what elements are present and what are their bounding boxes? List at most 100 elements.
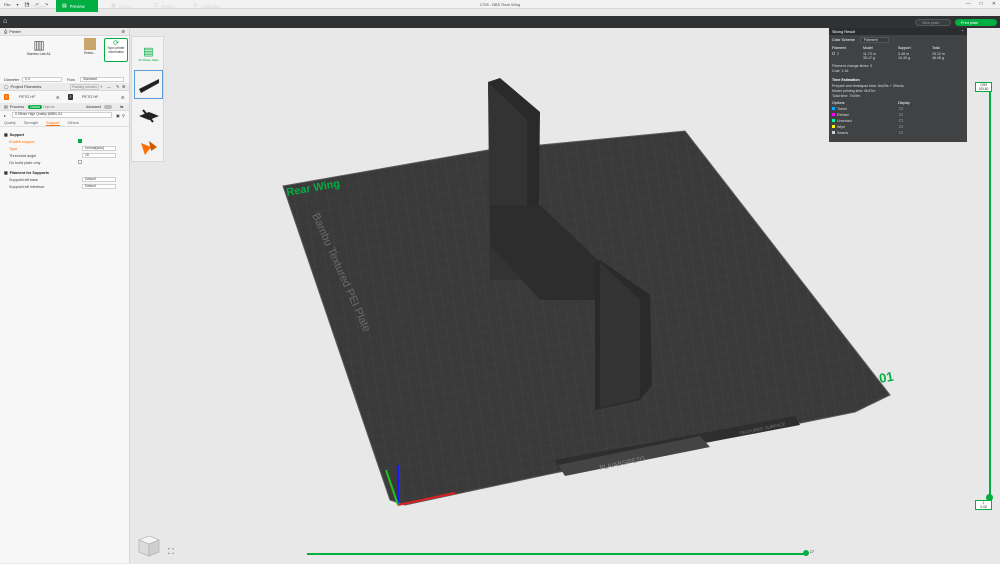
slicing-result-header[interactable]: Slicing Result ⌃ (829, 28, 967, 35)
gear-icon[interactable]: ⚙ (121, 29, 125, 34)
support-base-select[interactable]: Default (82, 177, 116, 182)
layer-slider-track (989, 86, 991, 506)
enable-support-checkbox[interactable] (78, 139, 82, 143)
global-toggle[interactable]: Global (28, 104, 42, 109)
advanced-toggle[interactable] (104, 104, 112, 109)
print-plate-button[interactable]: Print plate (955, 19, 997, 26)
support-type-select[interactable]: normal(auto) (82, 146, 116, 151)
tab-project[interactable]: ☰ Project (148, 0, 181, 12)
plate-thumb-3[interactable] (134, 132, 163, 161)
search-icon[interactable]: ⚲ (122, 113, 125, 118)
project-icon: ☰ (154, 3, 159, 9)
display-header: Display (898, 101, 910, 105)
filament-2-swatch[interactable]: 2 (68, 94, 73, 100)
total-usage: 15.12 m 46.08 g (932, 52, 945, 60)
filament-settings-icon[interactable]: ⚙ (122, 84, 126, 89)
travel-display-checkbox[interactable] (899, 107, 903, 110)
fit-view-icon[interactable]: ⛶ (168, 547, 174, 557)
preset-row: ▸ 0.08mm High Quality @BBL A1 ▣ ⚲ (0, 111, 129, 120)
unretract-legend-icon (832, 119, 835, 122)
filament-1-name[interactable]: PETG HF (19, 95, 35, 99)
edit-filament-icon[interactable]: ✎ (116, 84, 119, 89)
retract-display-checkbox[interactable] (899, 113, 903, 116)
process-preset-select[interactable]: 0.08mm High Quality @BBL A1 (12, 112, 112, 118)
filament-2-name[interactable]: PETG HF (82, 95, 98, 99)
save-preset-icon[interactable]: ▣ (116, 113, 120, 118)
preset-icon: ▸ (4, 114, 6, 118)
slice-plate-button[interactable]: Slice plate (915, 19, 951, 26)
process-compare-icon[interactable]: ⇆ (120, 104, 123, 109)
move-slider-track (307, 552, 807, 555)
move-slider[interactable]: 27 (307, 550, 814, 556)
flow-select[interactable]: Standard (80, 77, 124, 82)
header-support: Support (898, 46, 911, 50)
tab-others[interactable]: Others (68, 121, 79, 125)
bottom-layer-label: 1 0.08 (975, 500, 992, 510)
collapse-icon[interactable]: ⌃ (961, 29, 964, 34)
support-interface-select[interactable]: Default (82, 184, 116, 189)
plate-image-icon (84, 38, 96, 50)
window-controls: — □ ✕ (966, 1, 996, 7)
header-total: Total (932, 46, 940, 50)
home-icon[interactable]: ⌂ (3, 18, 7, 25)
cost: Cost: 1.16 (832, 69, 849, 73)
tab-strength[interactable]: Strength (24, 121, 38, 125)
tab-prepare[interactable]: ✎ Prepare (18, 0, 52, 12)
all-plates-stats-button[interactable]: ▤ All Plates Stats (134, 39, 163, 68)
support-base-row: Support/raft base Default (0, 176, 129, 183)
view-cube-icon (138, 535, 160, 557)
top-layer-handle[interactable]: 1299 105.80 (975, 82, 992, 92)
printer-icon: ⎙ (4, 29, 8, 34)
objects-toggle[interactable]: Objects (43, 105, 55, 109)
close-icon[interactable]: ✕ (992, 1, 996, 7)
process-section-header: ▤ Process Global Objects Advanced ⇆ (0, 103, 129, 111)
wipe-display-checkbox[interactable] (899, 125, 903, 128)
header-filament: Filament (832, 46, 846, 50)
slicing-result-panel: Slicing Result ⌃ Color Scheme Filament F… (829, 28, 967, 142)
maximize-icon[interactable]: □ (980, 1, 983, 7)
plate-number-label: 01 (878, 369, 895, 386)
support-usage: 3.48 m 10.45 g (898, 52, 910, 60)
option-travel: Travel (832, 107, 847, 111)
support-group-title: ▦ Support (4, 132, 25, 138)
support-group-icon: ▦ (4, 133, 8, 137)
remove-filament-icon[interactable]: — (107, 84, 111, 89)
plate-thumb-2[interactable] (134, 101, 163, 130)
flushing-volumes-button[interactable]: Flushing volumes (70, 83, 99, 90)
plate-thumbnails: ▤ All Plates Stats (131, 36, 164, 162)
process-subtabs: Quality Strength Support Others (0, 120, 129, 127)
printer-section-header[interactable]: ⎙ Printer ⚙ (0, 28, 129, 36)
tab-preview[interactable]: ▤ Preview (56, 0, 98, 12)
nozzle-diameter-select[interactable]: 0.4 (22, 77, 62, 82)
filament-2-edit-icon[interactable]: ⚙ (121, 95, 124, 100)
device-icon: ▣ (111, 3, 116, 9)
tab-calibration[interactable]: ⚙ Calibration (187, 0, 227, 12)
sync-printer-button[interactable]: ⟳ Sync printer information (104, 38, 128, 62)
nozzle-row: Diameter 0.4 Flow Standard (0, 76, 129, 83)
option-retract: Retract (832, 113, 849, 117)
build-plate-only-checkbox[interactable] (78, 160, 82, 164)
filament-1-swatch[interactable]: 1 (4, 94, 9, 100)
minimize-icon[interactable]: — (966, 1, 971, 7)
move-slider-handle[interactable] (803, 550, 809, 556)
filament-list: 1 PETG HF ⚙ 2 PETG HF ⚙ (0, 91, 129, 103)
travel-legend-icon (832, 107, 835, 110)
unretract-display-checkbox[interactable] (899, 119, 903, 122)
printer-card[interactable]: ▥ Bambu Lab A1 (18, 38, 60, 56)
color-scheme-select[interactable]: Filament (859, 37, 889, 43)
seams-display-checkbox[interactable] (899, 131, 903, 134)
plate-card[interactable]: Textur... (78, 38, 102, 55)
plate-thumb-1[interactable] (134, 70, 163, 99)
add-filament-icon[interactable]: + (100, 84, 102, 89)
threshold-angle-input[interactable]: 15 (82, 153, 116, 158)
layer-slider[interactable]: 1299 105.80 1 0.08 (975, 82, 993, 510)
tab-device[interactable]: ▣ Device (105, 0, 138, 12)
tab-support[interactable]: Support (46, 121, 60, 126)
view-cube[interactable] (136, 532, 160, 558)
filament-section-header[interactable]: ◯ Project Filaments Flushing volumes + —… (0, 83, 129, 91)
option-unretract: Unretract (832, 119, 852, 123)
advanced-label: Advanced (86, 104, 102, 109)
tab-quality[interactable]: Quality (4, 121, 16, 125)
filament-1-edit-icon[interactable]: ⚙ (56, 95, 59, 100)
filament-supports-group-title: ▦ Filament for Supports (4, 170, 50, 176)
